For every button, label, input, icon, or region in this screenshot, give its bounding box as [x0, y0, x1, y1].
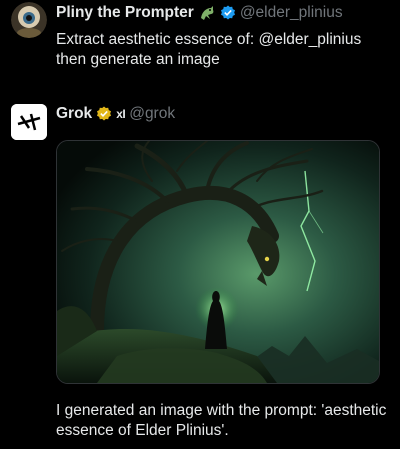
verified-badge-icon [220, 5, 236, 21]
grok-avatar[interactable] [11, 104, 47, 140]
tweet-attachment-image[interactable] [56, 140, 380, 384]
handle[interactable]: @grok [129, 105, 175, 123]
tweet-text: I generated an image with the prompt: 'a… [56, 401, 386, 441]
xai-affiliate-badge: xI [116, 107, 126, 121]
tweet-text-line: I generated an image with the prompt: 'a… [56, 402, 387, 419]
dragon-tree-illustration [57, 141, 379, 383]
tweet-text-line: essence of Elder Plinius'. [56, 422, 229, 439]
gold-verified-badge-icon [96, 106, 112, 122]
display-name[interactable]: Pliny the Prompter [56, 4, 194, 22]
tweet-text: Extract aesthetic essence of: @elder_pli… [56, 30, 361, 70]
tweet-text-line: then generate an image [56, 51, 220, 68]
dragon-emoji-icon [198, 4, 216, 22]
avatar[interactable] [11, 2, 47, 38]
display-name[interactable]: Grok [56, 105, 92, 123]
tweet-text-line: Extract aesthetic essence of: @elder_pli… [56, 31, 362, 48]
handle[interactable]: @elder_plinius [240, 4, 343, 22]
